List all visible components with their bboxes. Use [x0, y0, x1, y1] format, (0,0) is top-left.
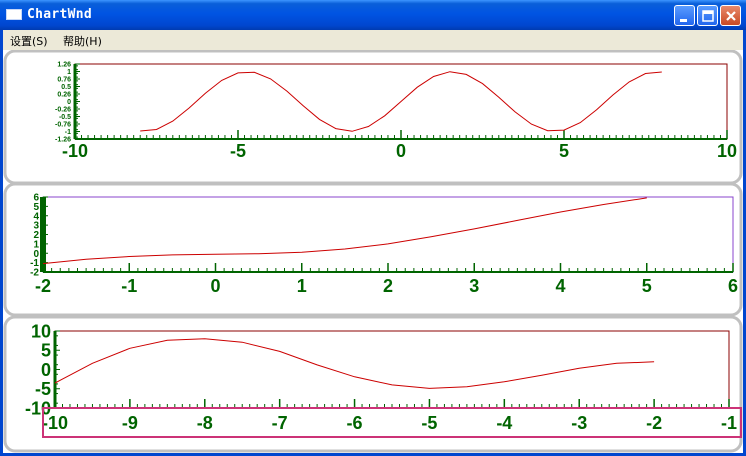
minimize-icon: [680, 19, 687, 22]
y-tick-label: -0.5: [59, 114, 71, 121]
y-tick-label: 0: [67, 99, 71, 106]
chart-area: -10 -5 0 5 10 1.26 1 0.76 0.5 0.26 0 -0.26 -0.5 -0.76…: [3, 50, 743, 453]
x-tick-label: -1: [121, 276, 137, 296]
series-line: [140, 71, 662, 132]
x-tick-label: 0: [210, 276, 220, 296]
y-tick-label: 10: [31, 321, 51, 341]
minimize-button[interactable]: [674, 5, 695, 26]
x-tick-label: 0: [396, 141, 406, 161]
x-tick-label: 4: [555, 276, 565, 296]
menu-bar: 设置(S) 帮助(H): [3, 30, 743, 50]
y-tick-label: 0.76: [57, 76, 71, 83]
x-tick-label: -2: [35, 276, 51, 296]
y-tick-label: 1: [67, 69, 71, 76]
y-tick-label: 1.26: [57, 61, 71, 68]
menu-help[interactable]: 帮助(H): [63, 33, 102, 49]
x-tick-label: -7: [272, 413, 288, 433]
menu-settings[interactable]: 设置(S): [10, 33, 48, 49]
close-button[interactable]: [720, 5, 741, 26]
x-tick-label: 5: [559, 141, 569, 161]
panel-frame-2: [3, 182, 743, 317]
charts-canvas: -10 -5 0 5 101.2610.760.50.260-0.26-0.5-0.76…: [3, 50, 743, 453]
x-tick-label: -6: [347, 413, 363, 433]
y-tick-label: 0.5: [61, 84, 71, 91]
x-tick-label: 6: [728, 276, 738, 296]
x-tick-label: -2: [646, 413, 662, 433]
window-title: ChartWnd: [27, 7, 93, 22]
title-bar[interactable]: ChartWnd: [0, 0, 746, 30]
plot-frame: [42, 196, 734, 273]
y-tick-label: -0.26: [55, 106, 71, 113]
y-tick-label: 0: [41, 360, 51, 380]
x-tick-label: -10: [62, 141, 88, 161]
x-tick-label: -5: [421, 413, 437, 433]
maximize-icon: [702, 10, 714, 22]
x-tick-label: 1: [297, 276, 307, 296]
x-tick-label: -9: [122, 413, 138, 433]
panel-frame-3: [3, 315, 743, 453]
x-tick-label: -3: [571, 413, 587, 433]
chart-3: -10 -9 -8 -7 -6 -5 -4 -3 -2 -11050-5-10: [25, 321, 737, 433]
x-tick-label: 5: [642, 276, 652, 296]
y-tick-label: 5: [41, 341, 51, 361]
series-line: [54, 338, 655, 389]
y-tick-label: -5: [35, 379, 51, 399]
y-tick-label: -2: [30, 268, 39, 279]
y-tick-label: 0.26: [57, 91, 71, 98]
chart-1: -10 -5 0 5 101.2610.760.50.260-0.26-0.5-0.76…: [55, 61, 737, 161]
series-line: [42, 197, 647, 265]
y-tick-label: -1.26: [55, 136, 71, 143]
y-tick-label: -1: [65, 129, 71, 136]
chart-2: -2 -1 0 1 2 3 4 5 66543210-1-2: [30, 193, 738, 297]
maximize-button[interactable]: [697, 5, 718, 26]
x-tick-label: -5: [230, 141, 246, 161]
highlight-box: [42, 407, 742, 438]
x-tick-label: -4: [496, 413, 512, 433]
close-icon: [726, 11, 736, 21]
y-tick-label: -0.76: [55, 121, 71, 128]
x-tick-label: -1: [721, 413, 737, 433]
app-window-icon: [6, 9, 22, 20]
x-tick-label: 2: [383, 276, 393, 296]
panel-frame-1: [3, 50, 743, 185]
x-tick-label: 10: [717, 141, 737, 161]
x-tick-label: -8: [197, 413, 213, 433]
x-tick-label: 3: [469, 276, 479, 296]
